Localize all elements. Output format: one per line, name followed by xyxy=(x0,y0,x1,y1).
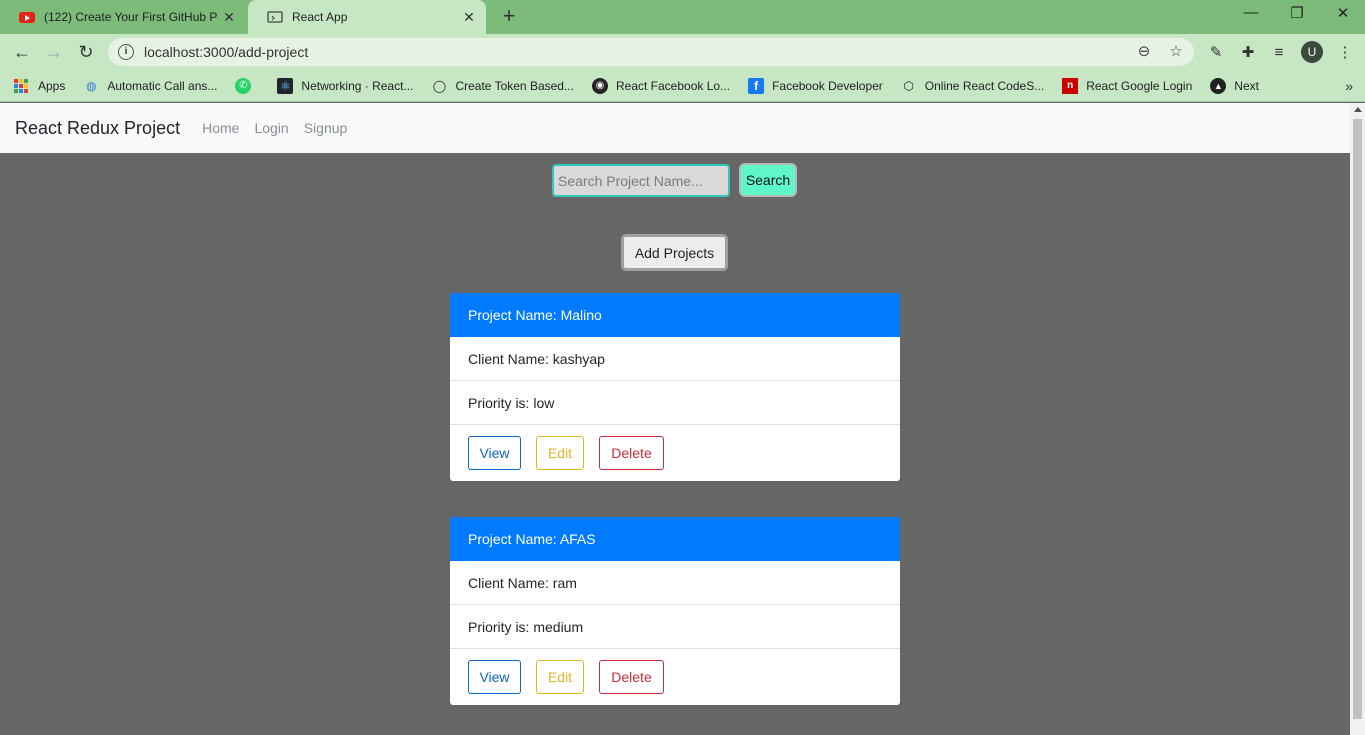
tab-strip: (122) Create Your First GitHub Pa ✕ Reac… xyxy=(0,0,1365,34)
npm-icon: n xyxy=(1062,77,1079,94)
card-actions: View Edit Delete xyxy=(450,425,900,470)
back-button[interactable]: ← xyxy=(10,40,34,64)
bookmark-next[interactable]: ▲ Next xyxy=(1210,77,1259,94)
project-name: Project Name: Malino xyxy=(450,293,900,337)
react-icon: ⚛ xyxy=(277,77,294,94)
profile-avatar[interactable]: U xyxy=(1301,41,1323,63)
whatsapp-icon: ✆ xyxy=(235,77,252,94)
minimize-button[interactable]: — xyxy=(1228,4,1274,26)
client-name: Client Name: kashyap xyxy=(450,337,900,381)
bookmark-label: Next xyxy=(1234,78,1259,93)
bookmark-label: Facebook Developer xyxy=(772,78,883,93)
page-content: React Redux Project Home Login Signup Se… xyxy=(0,103,1350,735)
bookmark-react-google-login[interactable]: n React Google Login xyxy=(1062,77,1193,94)
apps-grid-icon xyxy=(14,78,30,94)
page-scrollbar[interactable] xyxy=(1350,103,1365,735)
nav-signup[interactable]: Signup xyxy=(304,120,348,136)
bookmark-label: Automatic Call ans... xyxy=(107,78,218,93)
site-info-icon[interactable]: i xyxy=(118,44,134,60)
tab-close-icon[interactable]: ✕ xyxy=(458,9,480,26)
edit-button[interactable]: Edit xyxy=(536,436,584,470)
bookmark-label: Create Token Based... xyxy=(455,78,574,93)
search-button[interactable]: Search xyxy=(739,163,797,197)
delete-button[interactable]: Delete xyxy=(599,660,664,694)
bookmark-label: Apps xyxy=(38,78,66,93)
eyedropper-extension-icon[interactable]: ✎ xyxy=(1205,42,1227,64)
bookmarks-overflow-button[interactable]: » xyxy=(1345,78,1353,94)
add-projects-button[interactable]: Add Projects xyxy=(621,234,728,271)
zoom-icon[interactable]: ⊖ xyxy=(1132,38,1156,66)
browser-toolbar: ← → ↻ i localhost:3000/add-project ⊖ ☆ ✎… xyxy=(0,34,1365,70)
address-bar[interactable]: i localhost:3000/add-project ⊖ ☆ xyxy=(108,38,1194,66)
codesandbox-icon: ⬡ xyxy=(903,78,915,93)
view-button[interactable]: View xyxy=(468,436,521,470)
bookmark-label: Online React CodeS... xyxy=(924,78,1045,93)
close-window-button[interactable]: ✕ xyxy=(1320,4,1365,26)
menu-kebab-icon[interactable]: ⋮ xyxy=(1334,42,1356,64)
next-icon: ▲ xyxy=(1210,77,1227,94)
priority: Priority is: medium xyxy=(450,605,900,649)
tab-github-video[interactable]: (122) Create Your First GitHub Pa ✕ xyxy=(0,0,246,34)
egg-icon: ◯ xyxy=(432,78,447,93)
tab-title: (122) Create Your First GitHub Pa xyxy=(44,10,218,24)
nav-home[interactable]: Home xyxy=(202,120,239,136)
bookmark-label: React Facebook Lo... xyxy=(615,78,731,93)
facebook-icon: f xyxy=(748,77,765,94)
nav-login[interactable]: Login xyxy=(254,120,288,136)
card-actions: View Edit Delete xyxy=(450,649,900,694)
reading-list-icon[interactable]: ≡ xyxy=(1268,42,1290,64)
bookmark-networking-react[interactable]: ⚛ Networking · React... xyxy=(277,77,414,94)
bookmark-automatic-call[interactable]: ◍ Automatic Call ans... xyxy=(83,78,217,94)
project-card: Project Name: Malino Client Name: kashya… xyxy=(450,293,900,481)
bookmark-label: React Google Login xyxy=(1086,78,1193,93)
tab-close-icon[interactable]: ✕ xyxy=(218,9,240,26)
github-icon: ◉ xyxy=(591,77,608,94)
restore-button[interactable]: ❐ xyxy=(1274,4,1320,26)
youtube-icon xyxy=(18,10,36,24)
tab-title: React App xyxy=(292,10,348,24)
bookmark-label: Networking · React... xyxy=(301,78,414,93)
react-app-icon xyxy=(266,10,284,24)
scroll-up-arrow-icon[interactable] xyxy=(1354,107,1362,112)
edit-button[interactable]: Edit xyxy=(536,660,584,694)
delete-button[interactable]: Delete xyxy=(599,436,664,470)
bookmark-online-react-codesandbox[interactable]: ⬡ Online React CodeS... xyxy=(901,78,1045,94)
new-tab-button[interactable]: + xyxy=(498,5,520,27)
app-navbar: React Redux Project Home Login Signup xyxy=(0,103,1350,153)
project-name: Project Name: AFAS xyxy=(450,517,900,561)
client-name: Client Name: ram xyxy=(450,561,900,605)
scrollbar-thumb[interactable] xyxy=(1353,119,1362,719)
bookmark-react-facebook[interactable]: ◉ React Facebook Lo... xyxy=(591,77,731,94)
priority: Priority is: low xyxy=(450,381,900,425)
reload-button[interactable]: ↻ xyxy=(74,40,98,64)
bookmark-whatsapp[interactable]: ✆ xyxy=(235,77,259,94)
forward-button[interactable]: → xyxy=(42,40,66,64)
bookmark-facebook-developer[interactable]: f Facebook Developer xyxy=(748,77,883,94)
globe-icon: ◍ xyxy=(86,78,97,93)
bookmarks-bar: Apps ◍ Automatic Call ans... ✆ ⚛ Network… xyxy=(0,70,1365,102)
extensions-puzzle-icon[interactable]: ✚ xyxy=(1237,42,1259,64)
bookmark-apps[interactable]: Apps xyxy=(14,78,65,94)
bookmark-star-icon[interactable]: ☆ xyxy=(1164,38,1188,66)
search-project-input[interactable] xyxy=(552,164,730,197)
bookmark-create-token[interactable]: ◯ Create Token Based... xyxy=(431,78,574,94)
tab-react-app[interactable]: React App ✕ xyxy=(248,0,486,34)
view-button[interactable]: View xyxy=(468,660,521,694)
brand-link[interactable]: React Redux Project xyxy=(15,118,180,139)
url-text: localhost:3000/add-project xyxy=(144,44,309,60)
project-card: Project Name: AFAS Client Name: ram Prio… xyxy=(450,517,900,705)
